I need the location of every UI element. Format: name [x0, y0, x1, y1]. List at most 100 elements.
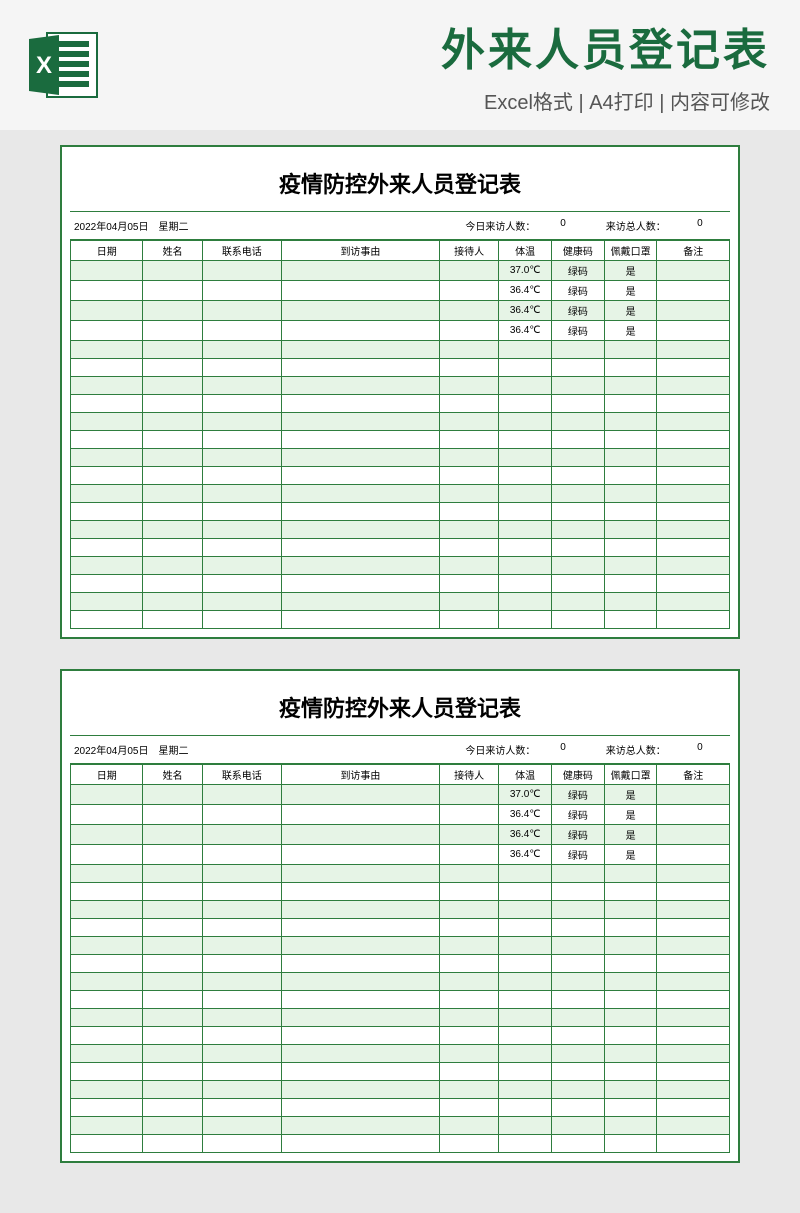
cell-empty [202, 882, 281, 900]
cell-empty [202, 1080, 281, 1098]
table-row [71, 1134, 730, 1152]
cell-empty [552, 972, 605, 990]
cell-empty [202, 412, 281, 430]
cell-empty [281, 448, 439, 466]
table-row [71, 466, 730, 484]
col-reason: 到访事由 [281, 240, 439, 260]
cell-empty [604, 466, 657, 484]
table-row [71, 918, 730, 936]
cell-empty [440, 394, 499, 412]
cell-empty [604, 864, 657, 882]
cell-reason [281, 280, 439, 300]
col-temp: 体温 [499, 764, 552, 784]
cell-empty [71, 394, 143, 412]
cell-empty [281, 1080, 439, 1098]
cell-empty [657, 340, 730, 358]
cell-empty [202, 466, 281, 484]
cell-empty [552, 520, 605, 538]
cell-empty [552, 954, 605, 972]
col-host: 接待人 [440, 240, 499, 260]
cell-empty [143, 448, 202, 466]
cell-empty [281, 520, 439, 538]
cell-empty [657, 412, 730, 430]
cell-empty [604, 556, 657, 574]
cell-empty [499, 340, 552, 358]
cell-empty [71, 592, 143, 610]
cell-date [71, 844, 143, 864]
cell-empty [143, 520, 202, 538]
cell-empty [202, 592, 281, 610]
cell-empty [143, 484, 202, 502]
table-row [71, 1008, 730, 1026]
cell-empty [281, 1008, 439, 1026]
date-info: 2022年04月05日 星期二 [74, 218, 257, 233]
sheets-container: 疫情防控外来人员登记表2022年04月05日 星期二今日来访人数：0来访总人数：… [0, 130, 800, 1213]
cell-mask: 是 [604, 804, 657, 824]
cell-empty [143, 574, 202, 592]
cell-empty [499, 502, 552, 520]
cell-empty [552, 1098, 605, 1116]
total-visitor-label: 来访总人数： [583, 742, 674, 757]
cell-health: 绿码 [552, 804, 605, 824]
cell-empty [604, 900, 657, 918]
cell-empty [143, 1098, 202, 1116]
table-row [71, 502, 730, 520]
cell-empty [552, 1116, 605, 1134]
cell-empty [604, 502, 657, 520]
table-row: 36.4℃绿码是 [71, 300, 730, 320]
cell-empty [202, 538, 281, 556]
cell-empty [499, 1008, 552, 1026]
cell-empty [499, 592, 552, 610]
cell-empty [604, 610, 657, 628]
cell-phone [202, 784, 281, 804]
cell-empty [71, 918, 143, 936]
cell-empty [499, 1062, 552, 1080]
cell-empty [499, 1116, 552, 1134]
cell-host [440, 280, 499, 300]
table-row [71, 972, 730, 990]
cell-empty [71, 448, 143, 466]
cell-empty [552, 1026, 605, 1044]
table-row [71, 1116, 730, 1134]
cell-reason [281, 260, 439, 280]
cell-host [440, 804, 499, 824]
cell-empty [440, 466, 499, 484]
cell-empty [143, 556, 202, 574]
cell-empty [552, 538, 605, 556]
table-row [71, 394, 730, 412]
cell-empty [71, 520, 143, 538]
cell-empty [604, 430, 657, 448]
cell-name [143, 824, 202, 844]
cell-empty [281, 574, 439, 592]
cell-empty [281, 864, 439, 882]
cell-mask: 是 [604, 280, 657, 300]
cell-empty [440, 520, 499, 538]
cell-empty [202, 448, 281, 466]
cell-note [657, 280, 730, 300]
cell-empty [499, 538, 552, 556]
cell-empty [202, 502, 281, 520]
cell-empty [657, 918, 730, 936]
cell-empty [71, 1008, 143, 1026]
cell-empty [440, 430, 499, 448]
cell-empty [281, 954, 439, 972]
table-row [71, 574, 730, 592]
cell-empty [281, 610, 439, 628]
cell-reason [281, 300, 439, 320]
cell-date [71, 260, 143, 280]
cell-empty [604, 412, 657, 430]
total-visitor-label: 来访总人数： [583, 218, 674, 233]
col-phone: 联系电话 [202, 764, 281, 784]
cell-empty [604, 972, 657, 990]
col-name: 姓名 [143, 764, 202, 784]
cell-host [440, 300, 499, 320]
cell-date [71, 824, 143, 844]
cell-empty [499, 954, 552, 972]
cell-empty [281, 466, 439, 484]
cell-host [440, 320, 499, 340]
cell-empty [281, 484, 439, 502]
cell-empty [440, 1098, 499, 1116]
table-row [71, 1026, 730, 1044]
cell-mask: 是 [604, 824, 657, 844]
col-date: 日期 [71, 764, 143, 784]
